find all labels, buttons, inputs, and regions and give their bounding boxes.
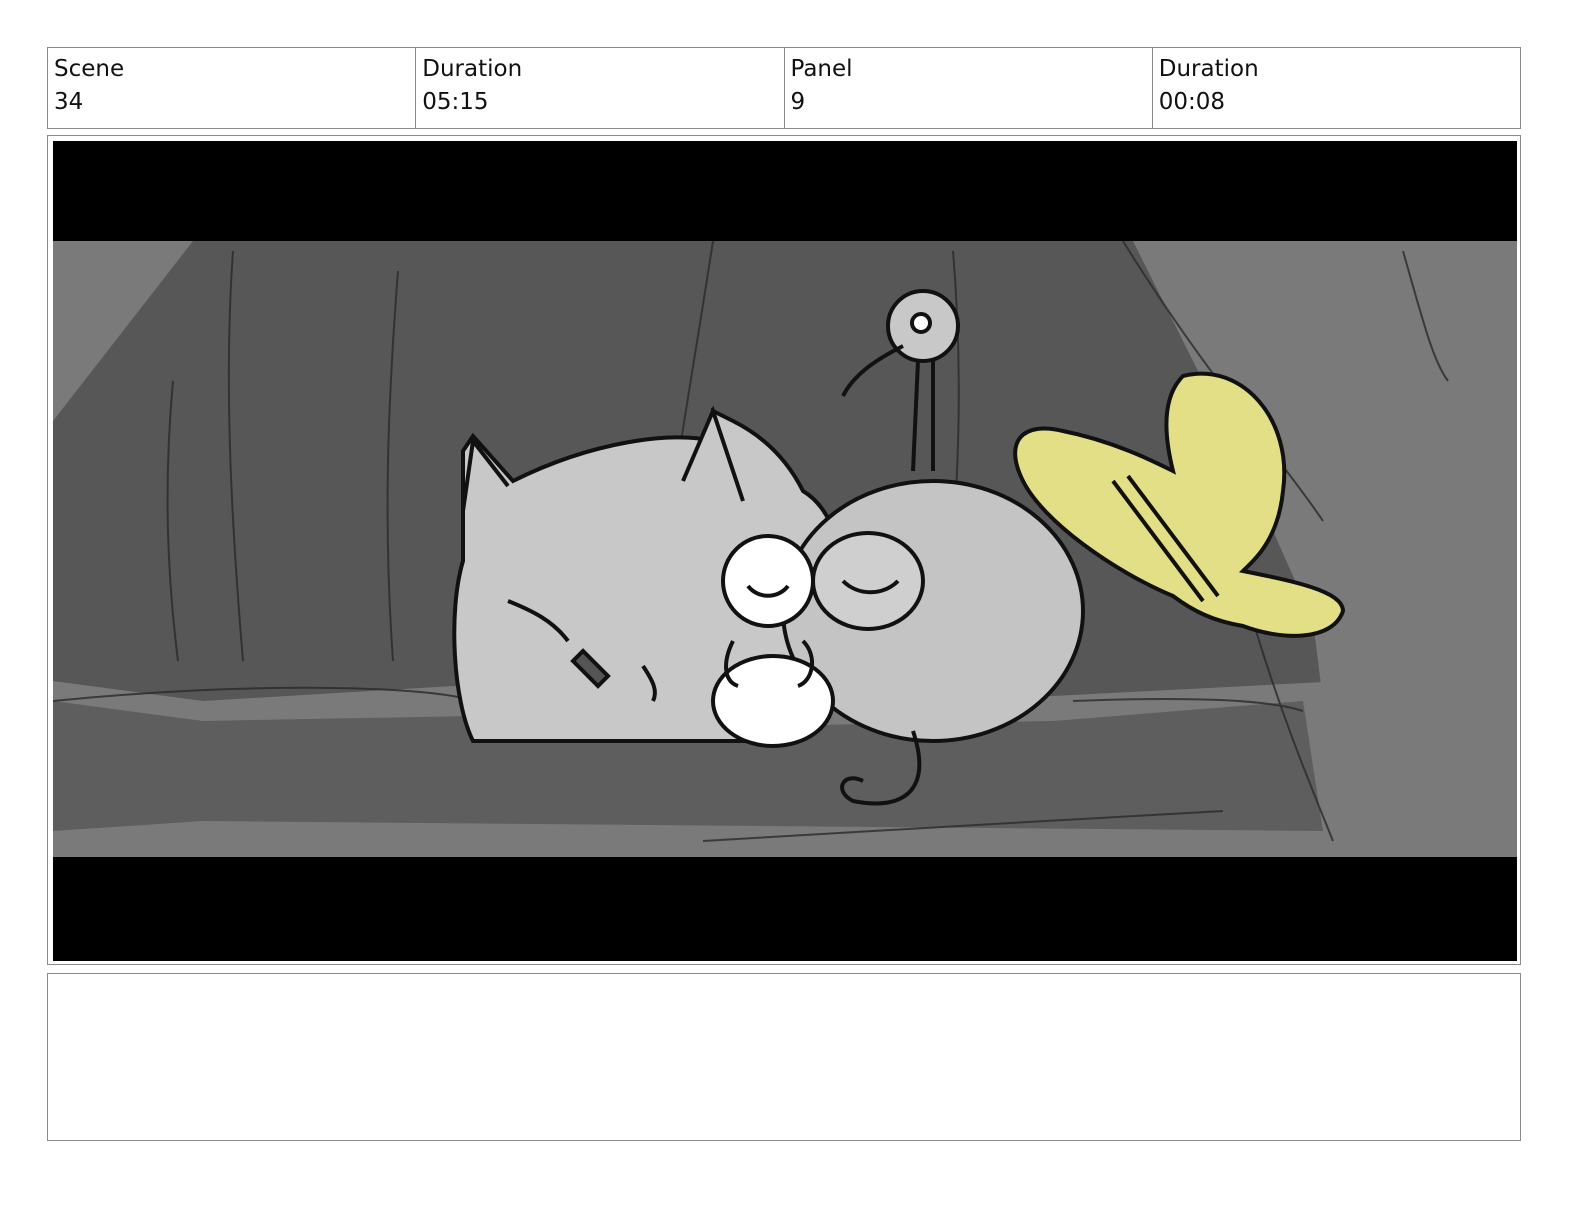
storyboard-sketch [53,141,1517,961]
letterbox-top [53,141,1517,241]
scene-duration-label: Duration [422,56,523,82]
panel-value: 9 [790,89,806,115]
storyboard-panel-frame [47,135,1521,965]
panel-duration-label: Duration [1158,56,1259,82]
letterbox-bottom [53,857,1517,961]
panel-duration-cell: Duration 00:08 [1153,48,1520,128]
scene-value: 34 [54,89,84,115]
notes-box [47,973,1521,1141]
scene-cell: Scene 34 [48,48,417,128]
panel-label: Panel [790,56,853,82]
panel-cell: Panel 9 [785,48,1153,128]
panel-duration-value: 00:08 [1158,89,1226,115]
scene-duration-value: 05:15 [422,89,489,115]
scene-label: Scene [54,56,125,82]
storyboard-header: Scene 34 Duration 05:15 Panel 9 Duration… [47,47,1521,129]
scene-duration-cell: Duration 05:15 [416,48,785,128]
